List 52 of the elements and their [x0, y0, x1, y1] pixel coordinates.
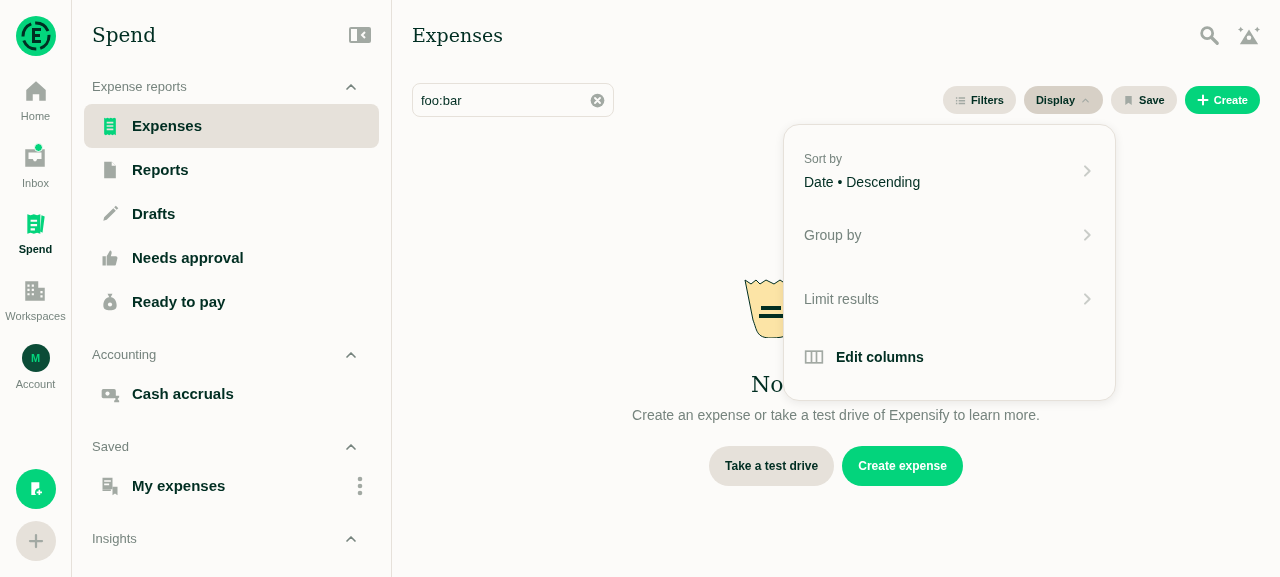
display-button[interactable]: Display	[1023, 86, 1104, 114]
bookmark-icon	[1123, 94, 1135, 106]
rail-tab[interactable]: Inbox	[22, 144, 49, 191]
section-heading: Accounting	[92, 346, 157, 365]
section-heading: Expense reports	[92, 78, 187, 97]
menu-item[interactable]: Limit results	[784, 267, 1115, 331]
plus-icon	[1196, 94, 1209, 106]
clear-icon[interactable]	[590, 92, 605, 108]
pencil-icon	[100, 204, 120, 224]
sidebar-title: Spend	[92, 22, 157, 49]
sidebar-item[interactable]: Cash accruals	[84, 372, 379, 416]
plus-icon	[26, 532, 45, 550]
sidebar-item[interactable]: Reports	[84, 148, 379, 192]
empty-state-title: No	[751, 371, 785, 399]
new-expense-button[interactable]	[15, 469, 56, 509]
sidebar-item[interactable]: Needs approval	[84, 236, 379, 280]
menu-value: Date • Descending	[804, 172, 922, 192]
menu-item[interactable]: Edit columns	[784, 331, 1115, 383]
sparkle-pyramid-icon[interactable]	[1238, 24, 1260, 46]
list-icon	[954, 94, 966, 106]
search-icon[interactable]	[1198, 24, 1220, 46]
panel-collapse-icon	[349, 27, 371, 43]
save-button[interactable]: Save	[1111, 86, 1177, 114]
thumbs-up-icon	[100, 248, 120, 268]
page-title: Expenses	[412, 22, 503, 48]
add-button[interactable]	[15, 521, 56, 561]
menu-label: Limit results	[804, 289, 880, 309]
logo-icon[interactable]	[15, 16, 56, 56]
collapse-sidebar-button[interactable]	[349, 26, 371, 44]
test-drive-button[interactable]: Take a test drive	[709, 446, 835, 486]
menu-label: Group by	[804, 225, 863, 245]
section-heading: Saved	[92, 438, 129, 457]
sidebar-item[interactable]: Expenses	[84, 104, 379, 148]
rail-tab[interactable]: M Account	[15, 344, 56, 393]
section-heading: Insights	[92, 530, 137, 549]
menu-item[interactable]: Group by	[784, 203, 1115, 267]
money-bag-icon	[100, 292, 120, 312]
empty-state-text: Create an expense or take a test drive of Expensify to learn more.	[632, 406, 1040, 425]
columns-icon	[804, 347, 824, 367]
search-field[interactable]: foo:bar	[412, 83, 614, 117]
receipt-bookmark-icon	[100, 476, 120, 496]
rail-tab[interactable]: Spend	[18, 211, 53, 258]
rail-tab[interactable]: Workspaces	[5, 277, 66, 324]
avatar-icon: M	[21, 344, 50, 372]
sidebar-item[interactable]: Drafts	[84, 192, 379, 236]
menu-label: Sort by	[804, 150, 843, 168]
sidebar-item[interactable]: Ready to pay	[84, 280, 379, 324]
sidebar-item[interactable]: My expenses	[84, 464, 379, 508]
filters-button[interactable]: Filters	[942, 86, 1016, 114]
rail-tab[interactable]: Home	[20, 78, 51, 125]
menu-item[interactable]: Sort by Date • Descending	[784, 139, 1115, 203]
more-icon[interactable]	[357, 476, 363, 496]
